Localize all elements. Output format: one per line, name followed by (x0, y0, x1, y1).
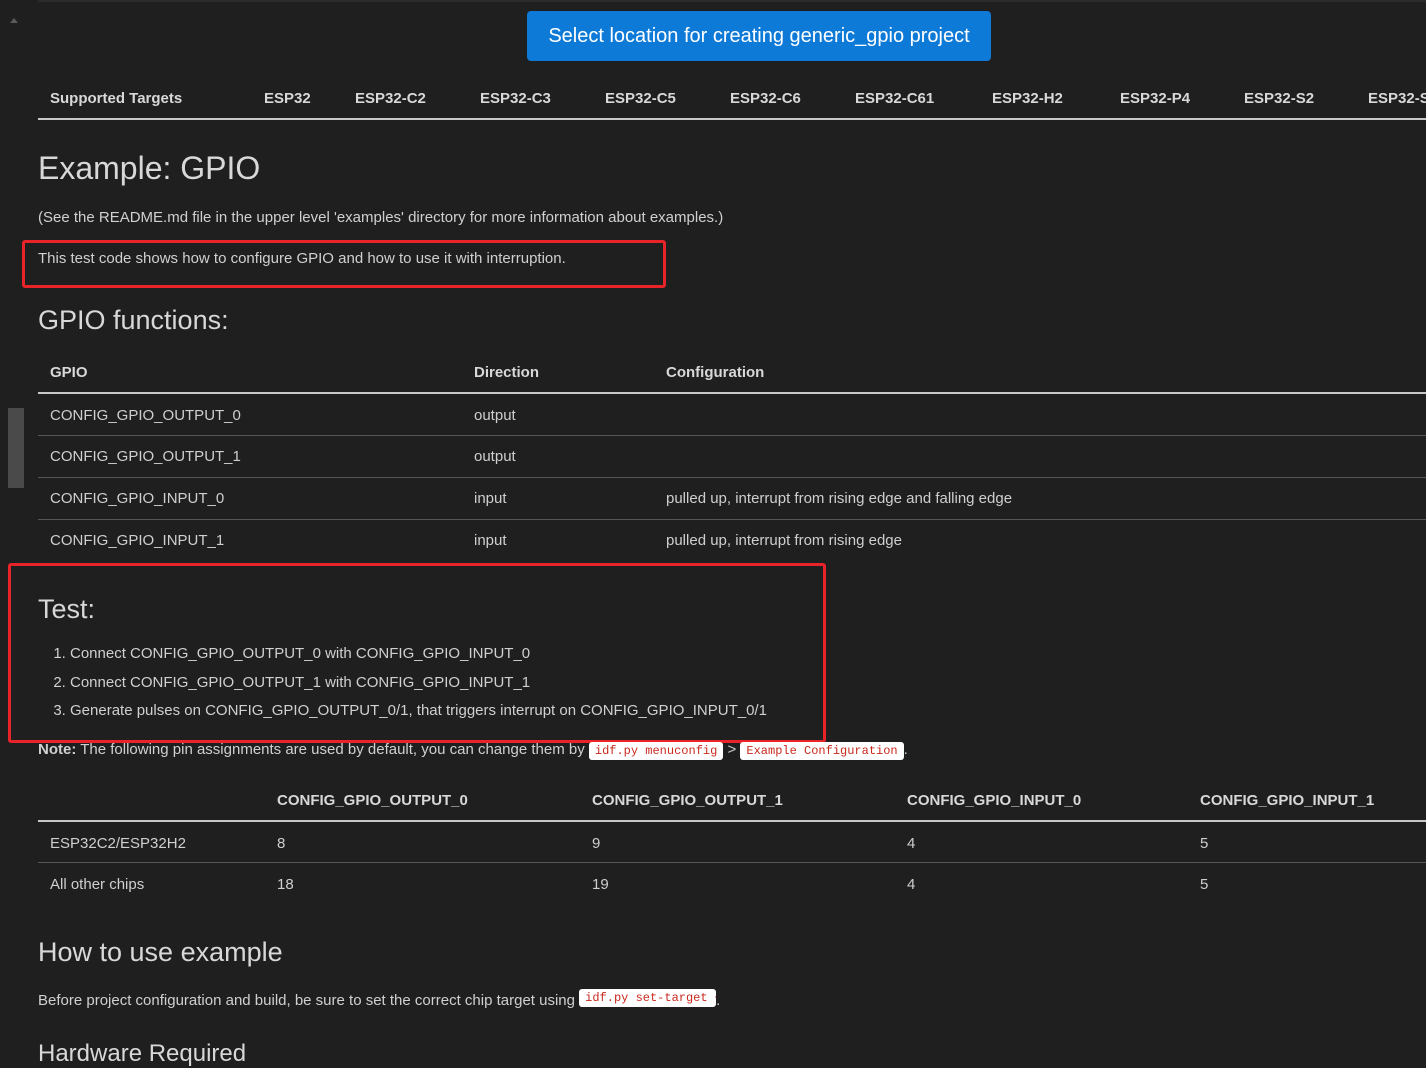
table-row: CONFIG_GPIO_INPUT_1 input pulled up, int… (38, 520, 1426, 560)
table-row: All other chips 18 19 4 5 (38, 863, 1426, 903)
table-cell: input (474, 490, 507, 507)
column-header: Direction (474, 364, 540, 381)
test-heading: Test: (38, 594, 96, 624)
table-row: CONFIG_GPIO_OUTPUT_0 output (38, 394, 1426, 436)
page-title: Example: GPIO (38, 150, 261, 186)
supported-targets-row: Supported Targets ESP32 ESP32-C2 ESP32-C… (38, 80, 1426, 120)
column-header: Configuration (666, 364, 765, 381)
target-esp32-c2: ESP32-C2 (355, 90, 426, 107)
table-cell: 4 (907, 835, 916, 852)
how-to-paragraph: Before project configuration and build, … (38, 989, 720, 1009)
code-menuconfig: idf.py menuconfig (588, 742, 724, 760)
test-steps: Connect CONFIG_GPIO_OUTPUT_0 with CONFIG… (38, 640, 767, 726)
table-cell: output (474, 448, 516, 465)
table-cell: CONFIG_GPIO_OUTPUT_1 (50, 448, 241, 465)
table-cell: 8 (277, 835, 286, 852)
table-cell: CONFIG_GPIO_OUTPUT_0 (50, 407, 241, 424)
scrollbar-thumb[interactable] (8, 408, 24, 488)
list-item: Connect CONFIG_GPIO_OUTPUT_1 with CONFIG… (70, 669, 767, 698)
table-cell: CONFIG_GPIO_INPUT_0 (50, 490, 225, 507)
table-cell: output (474, 407, 516, 424)
table-cell: 5 (1200, 835, 1209, 852)
code-example-configuration: Example Configuration (740, 742, 904, 760)
code-set-target: idf.py set-target <chip_name> (579, 989, 717, 1007)
note-paragraph: Note: The following pin assignments are … (38, 741, 908, 760)
hardware-heading: Hardware Required (38, 1040, 247, 1067)
note-end: . (903, 741, 908, 758)
how-to-text: Before project configuration and build, … (38, 992, 580, 1009)
readme-note: (See the README.md file in the upper lev… (38, 209, 724, 226)
target-esp32-h2: ESP32-H2 (992, 90, 1063, 107)
how-to-end: . (716, 992, 721, 1009)
table-cell: 5 (1200, 876, 1209, 893)
table-cell: 4 (907, 876, 916, 893)
note-text: The following pin assignments are used b… (76, 741, 589, 758)
table-cell: 18 (277, 876, 294, 893)
target-esp32-s3: ESP32-S (1368, 90, 1426, 107)
table-header: GPIO Direction Configuration (38, 352, 1426, 394)
column-header: CONFIG_GPIO_OUTPUT_1 (592, 792, 783, 809)
create-project-button[interactable]: Select location for creating generic_gpi… (527, 11, 991, 61)
column-header: GPIO (50, 364, 88, 381)
table-cell: input (474, 532, 507, 549)
table-header: CONFIG_GPIO_OUTPUT_0 CONFIG_GPIO_OUTPUT_… (38, 780, 1426, 822)
table-row: ESP32C2/ESP32H2 8 9 4 5 (38, 822, 1426, 863)
scroll-up-icon[interactable] (10, 18, 18, 23)
target-esp32-p4: ESP32-P4 (1120, 90, 1191, 107)
column-header: CONFIG_GPIO_OUTPUT_0 (277, 792, 468, 809)
target-esp32-s2: ESP32-S2 (1244, 90, 1315, 107)
table-row: CONFIG_GPIO_OUTPUT_1 output (38, 436, 1426, 478)
column-header: CONFIG_GPIO_INPUT_0 (907, 792, 1082, 809)
supported-targets-label: Supported Targets (50, 90, 183, 107)
target-esp32-c3: ESP32-C3 (480, 90, 551, 107)
scrollbar[interactable] (0, 0, 26, 1059)
target-esp32-c61: ESP32-C61 (855, 90, 935, 107)
target-esp32: ESP32 (264, 90, 311, 107)
table-cell: ESP32C2/ESP32H2 (50, 835, 186, 852)
table-cell: pulled up, interrupt from rising edge (666, 532, 902, 549)
note-separator: > (723, 741, 741, 758)
gpio-functions-heading: GPIO functions: (38, 305, 229, 335)
list-item: Generate pulses on CONFIG_GPIO_OUTPUT_0/… (70, 697, 767, 726)
intro-text: This test code shows how to configure GP… (38, 250, 566, 267)
table-cell: 9 (592, 835, 601, 852)
table-cell: pulled up, interrupt from rising edge an… (666, 490, 1013, 507)
note-label: Note: (38, 741, 77, 758)
table-cell: 19 (592, 876, 609, 893)
target-esp32-c5: ESP32-C5 (605, 90, 676, 107)
how-to-heading: How to use example (38, 937, 283, 967)
readme-content: Select location for creating generic_gpi… (8, 0, 1426, 1067)
table-cell: All other chips (50, 876, 145, 893)
table-cell: CONFIG_GPIO_INPUT_1 (50, 532, 225, 549)
table-row: CONFIG_GPIO_INPUT_0 input pulled up, int… (38, 478, 1426, 520)
target-esp32-c6: ESP32-C6 (730, 90, 801, 107)
list-item: Connect CONFIG_GPIO_OUTPUT_0 with CONFIG… (70, 640, 767, 669)
column-header: CONFIG_GPIO_INPUT_1 (1200, 792, 1375, 809)
